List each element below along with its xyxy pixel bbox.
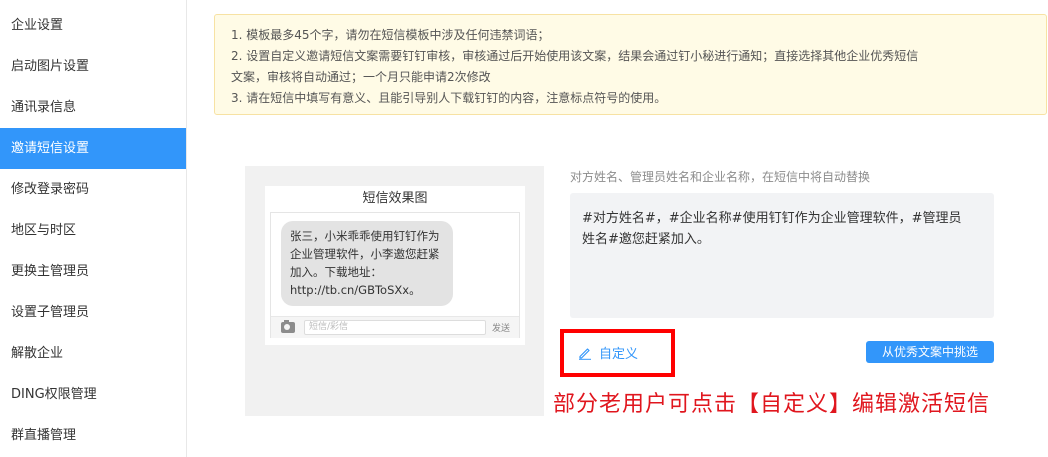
sidebar-item-invite-sms[interactable]: 邀请短信设置 [0, 128, 186, 169]
custom-button[interactable]: 自定义 [578, 343, 638, 362]
sidebar-item-enterprise-settings[interactable]: 企业设置 [0, 0, 186, 46]
annotation-text: 部分老用户可点击【自定义】编辑激活短信 [553, 392, 991, 417]
sms-template-editor[interactable]: #对方姓名#，#企业名称#使用钉钉作为企业管理软件，#管理员 姓名#邀您赶紧加入… [570, 193, 994, 318]
page: 企业设置 启动图片设置 通讯录信息 邀请短信设置 修改登录密码 地区与时区 更换… [0, 0, 1048, 457]
sidebar-item-sub-admin[interactable]: 设置子管理员 [0, 292, 186, 333]
custom-label: 自定义 [599, 347, 639, 362]
sms-input-bar: 短信/彩信 发送 [271, 316, 519, 338]
sidebar-item-dissolve-enterprise[interactable]: 解散企业 [0, 333, 186, 374]
sms-input: 短信/彩信 [304, 320, 486, 335]
sidebar-item-group-live[interactable]: 群直播管理 [0, 415, 186, 456]
sidebar-item-contacts-info[interactable]: 通讯录信息 [0, 87, 186, 128]
sidebar-item-change-main-admin[interactable]: 更换主管理员 [0, 251, 186, 292]
phone-screen: 张三，小米乖乖使用钉钉作为 企业管理软件，小李邀您赶紧 加入。下载地址： htt… [270, 212, 520, 338]
editor-hint: 对方姓名、管理员姓名和企业名称，在短信中将自动替换 [570, 170, 871, 184]
sidebar: 企业设置 启动图片设置 通讯录信息 邀请短信设置 修改登录密码 地区与时区 更换… [0, 0, 187, 457]
sidebar-item-change-password[interactable]: 修改登录密码 [0, 169, 186, 210]
send-label: 发送 [492, 324, 511, 334]
sms-preview-phone: 短信效果图 张三，小米乖乖使用钉钉作为 企业管理软件，小李邀您赶紧 加入。下载地… [265, 186, 525, 345]
sms-message-bubble: 张三，小米乖乖使用钉钉作为 企业管理软件，小李邀您赶紧 加入。下载地址： htt… [281, 221, 453, 306]
template-line-1: #对方姓名#，#企业名称#使用钉钉作为企业管理软件，#管理员 [582, 211, 962, 226]
camera-icon [281, 320, 295, 333]
sms-line-1: 张三，小米乖乖使用钉钉作为 [290, 229, 440, 243]
notice-box: 1. 模板最多45个字，请勿在短信模板中涉及任何违禁词语； 2. 设置自定义邀请… [214, 14, 1047, 115]
notice-line-2: 2. 设置自定义邀请短信文案需要钉钉审核，审核通过后开始使用该文案，结果会通过钉… [231, 49, 919, 63]
sidebar-item-ding-permissions[interactable]: DING权限管理 [0, 374, 186, 415]
sms-line-2: 企业管理软件，小李邀您赶紧 [290, 247, 440, 261]
preview-title: 短信效果图 [362, 191, 428, 206]
notice-line-1: 1. 模板最多45个字，请勿在短信模板中涉及任何违禁词语； [231, 28, 550, 42]
pick-from-templates-button[interactable]: 从优秀文案中挑选 [866, 341, 994, 363]
sms-line-3: 加入。下载地址： [290, 265, 382, 279]
notice-line-4: 3. 请在短信中填写有意义、且能引导别人下载钉钉的内容，注意标点符号的使用。 [231, 91, 667, 105]
pencil-icon [579, 347, 591, 360]
notice-line-3: 文案，审核将自动通过；一个月只能申请2次修改 [231, 70, 491, 84]
template-line-2: 姓名#邀您赶紧加入。 [582, 232, 710, 247]
sidebar-item-startup-image[interactable]: 启动图片设置 [0, 46, 186, 87]
sidebar-item-region-timezone[interactable]: 地区与时区 [0, 210, 186, 251]
sms-line-4: http://tb.cn/GBToSXx。 [290, 283, 421, 297]
